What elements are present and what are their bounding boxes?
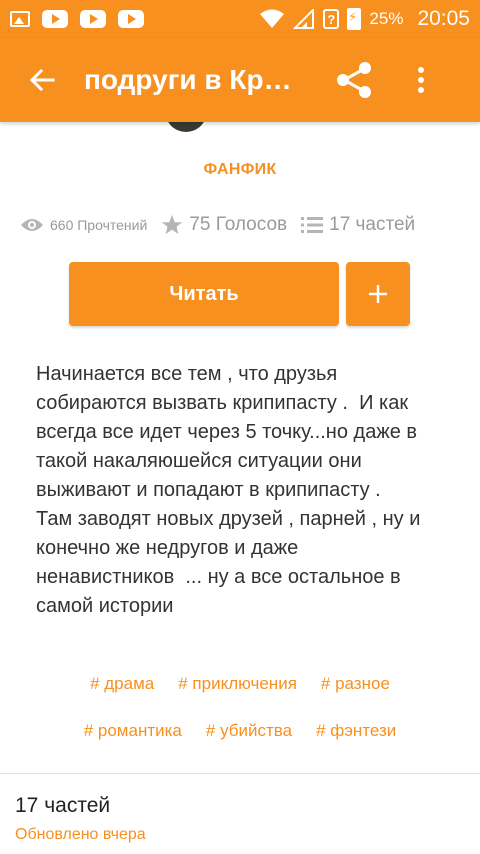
updated-label: Обновлено вчера (15, 826, 146, 843)
tag-drama[interactable]: # драма (90, 674, 154, 694)
tag-fantasy[interactable]: # фэнтези (316, 721, 396, 741)
plus-icon (369, 285, 387, 303)
read-button[interactable]: Читать (69, 262, 339, 326)
eye-icon (21, 219, 43, 231)
story-title: подруги в Кр… (84, 64, 292, 95)
story-description: Начинается все тем , что друзья собирают… (36, 363, 421, 617)
tag-romance[interactable]: # романтика (84, 721, 182, 741)
star-icon (162, 214, 183, 235)
youtube-icon (42, 10, 68, 28)
tags-row: # романтика # убийства # фэнтези (0, 721, 480, 741)
story-stats: 660 Прочтений 75 Голосов 17 частей (20, 210, 468, 240)
parts-stat: 17 частей (301, 214, 415, 236)
clock: 20:05 (417, 7, 470, 30)
tags-row: # драма # приключения # разное (0, 674, 480, 694)
parts-count: 17 частей (329, 214, 416, 235)
list-icon (301, 217, 324, 233)
votes-count: 75 Голосов (189, 214, 288, 235)
youtube-icon (80, 10, 106, 28)
signal-icon (293, 9, 315, 29)
battery-percent: 25% (369, 9, 404, 28)
more-options-button[interactable] (392, 38, 450, 122)
tag-misc[interactable]: # разное (321, 674, 390, 694)
arrow-left-icon (29, 68, 55, 92)
more-vertical-icon (418, 67, 424, 93)
category-label: ФАНФИК (203, 161, 277, 178)
add-to-library-button[interactable] (346, 262, 410, 326)
tag-murder[interactable]: # убийства (206, 721, 292, 741)
reads-stat: 660 Прочтений (20, 217, 147, 233)
votes-stat: 75 Голосов (161, 214, 287, 236)
share-icon (337, 62, 371, 98)
battery-icon (347, 8, 362, 30)
parts-section-title[interactable]: 17 частей (15, 794, 110, 818)
app-bar: подруги в Кр… (0, 38, 480, 122)
tag-adventure[interactable]: # приключения (178, 674, 297, 694)
divider (0, 773, 480, 774)
share-button[interactable] (322, 38, 386, 122)
wifi-icon (260, 9, 285, 28)
reads-count: 660 Прочтений (50, 217, 148, 233)
youtube-icon (118, 10, 144, 28)
back-button[interactable] (0, 38, 84, 122)
question-icon: ? (323, 9, 340, 29)
status-bar: ? 25% 20:05 (0, 0, 480, 38)
image-icon (10, 11, 30, 27)
